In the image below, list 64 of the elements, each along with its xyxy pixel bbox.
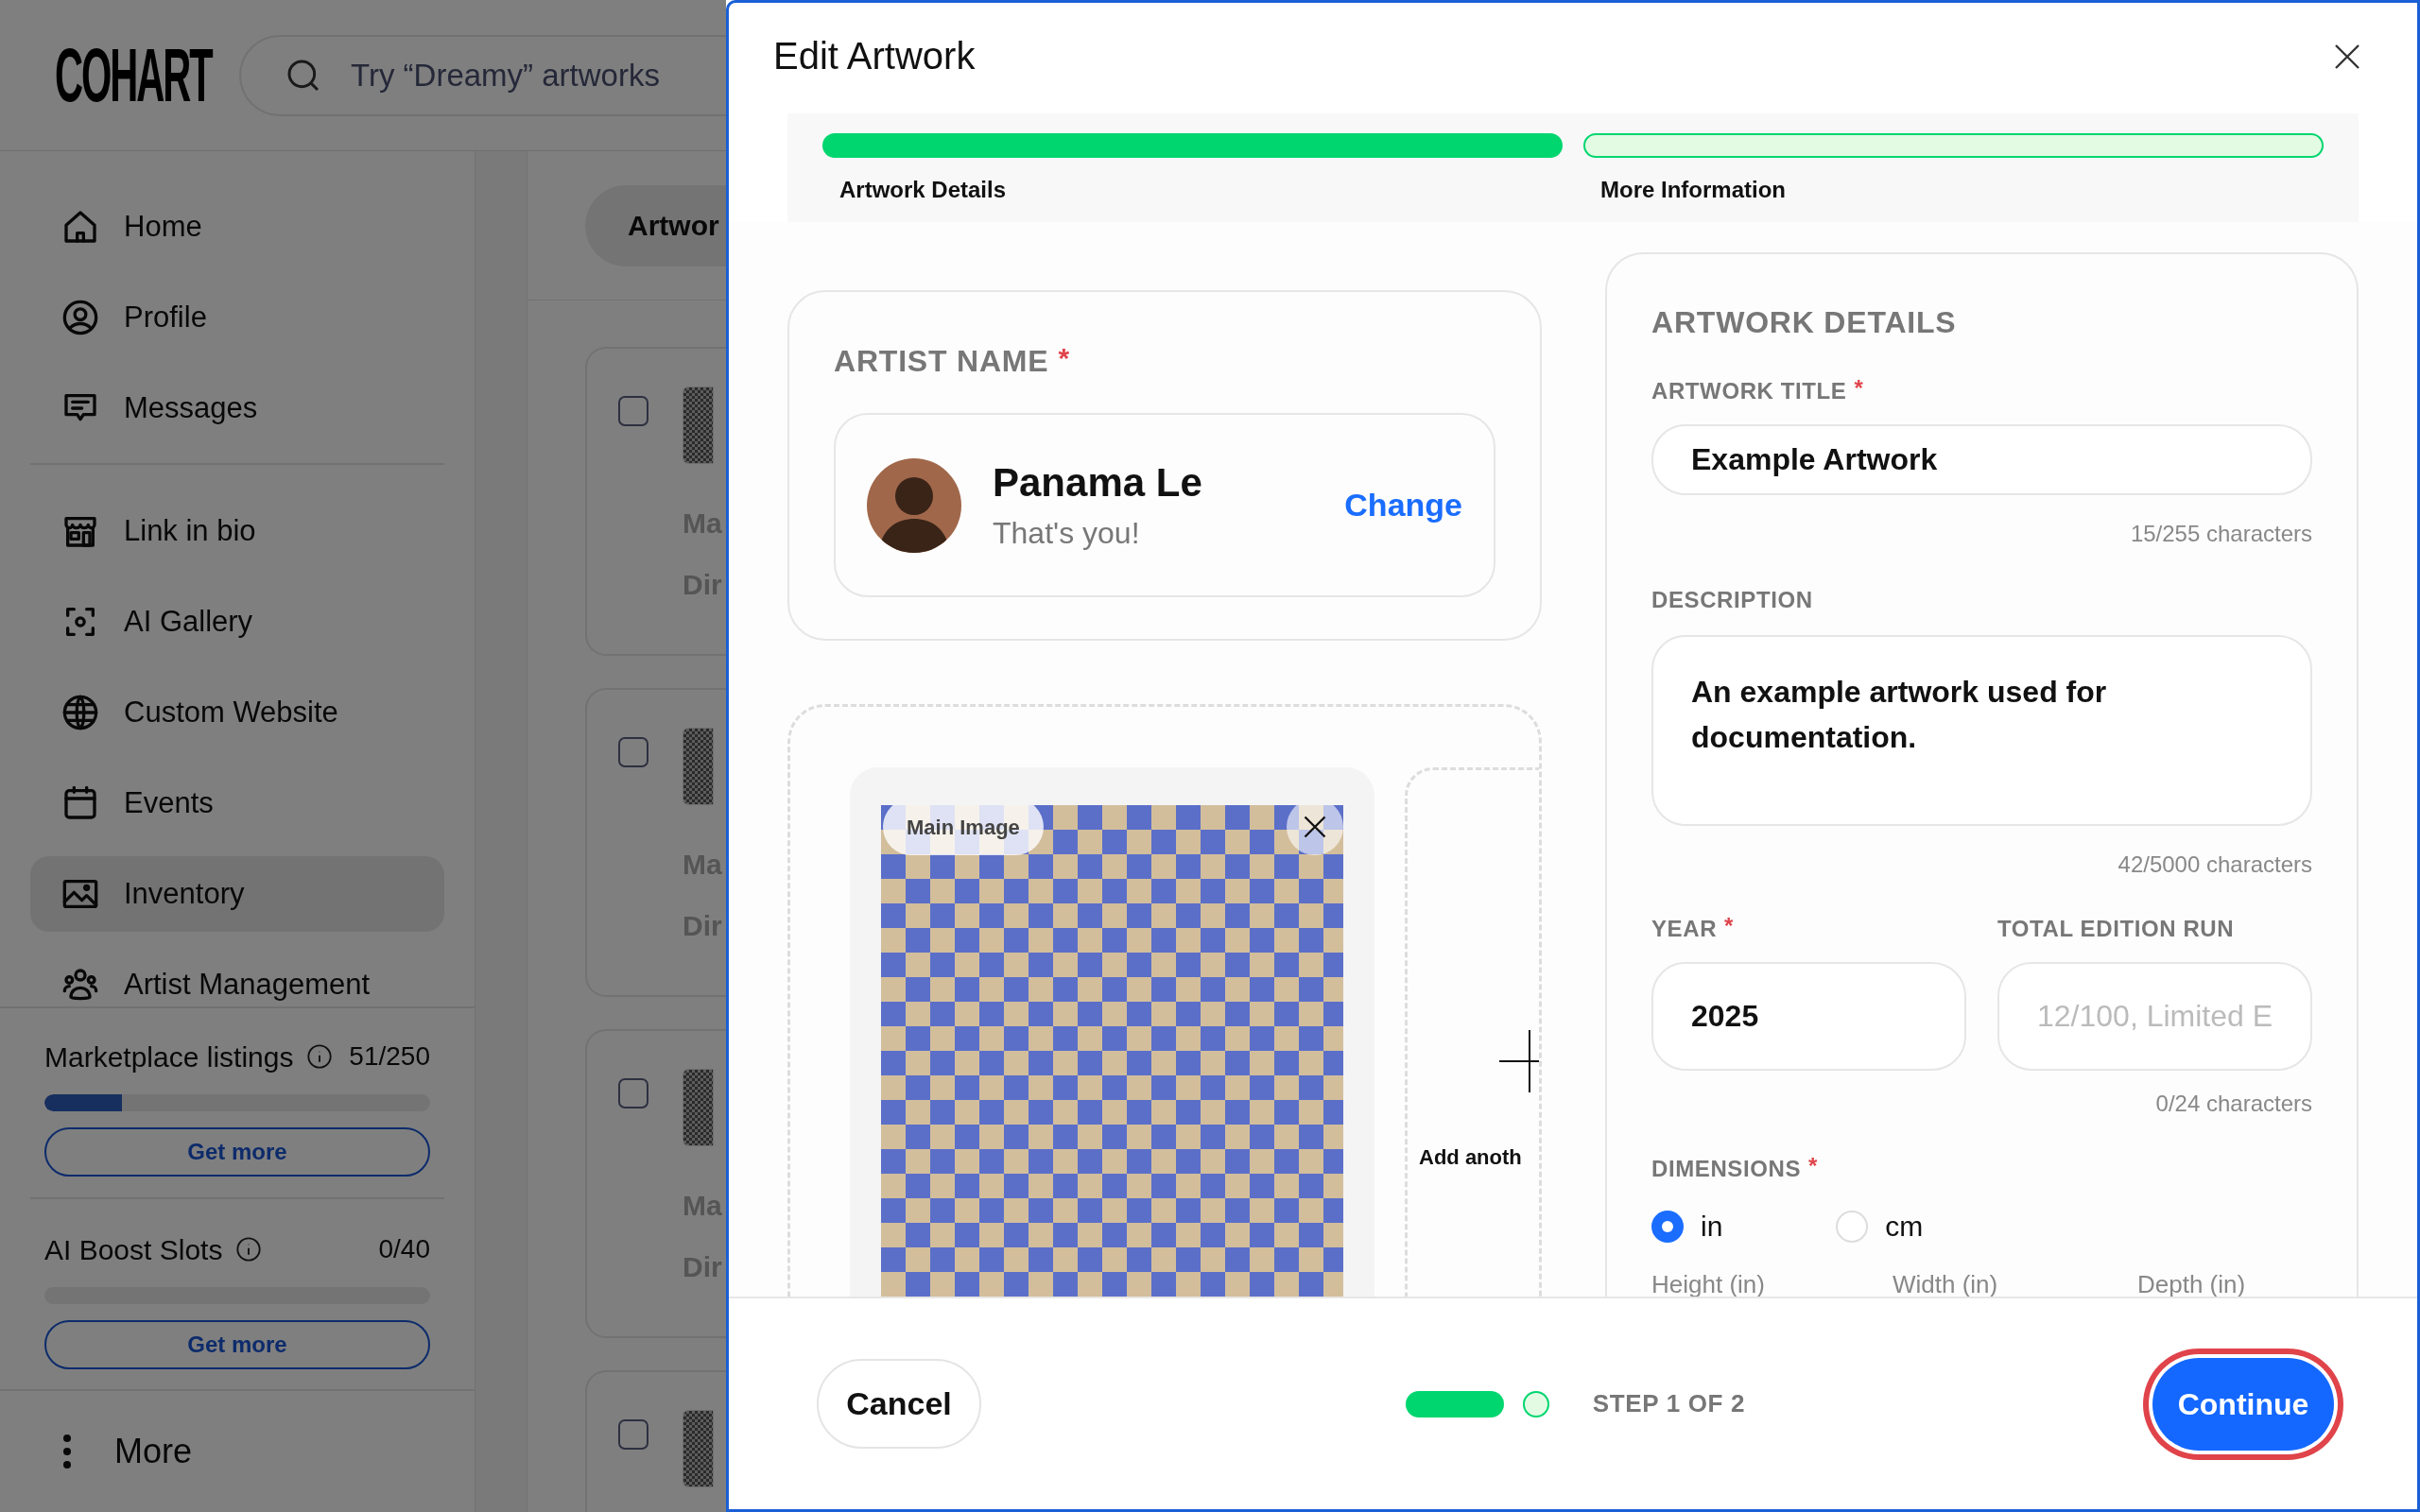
sidebar-item[interactable]: Inventory [30,856,444,932]
home-icon [61,208,99,246]
checkbox[interactable] [618,396,648,426]
sidebar-item[interactable]: Events [30,765,444,841]
quota-label: Marketplace listings [44,1040,294,1074]
checkbox[interactable] [618,1078,648,1108]
required-mark: * [1724,915,1734,937]
info-icon [306,1043,334,1070]
logo: COHART [55,37,212,113]
required-mark: * [1808,1155,1818,1177]
quota-label: AI Boost Slots [44,1232,223,1267]
sidebar-item[interactable]: Profile [30,280,444,355]
field-label: DIMENSIONS [1651,1155,1801,1183]
input-field[interactable]: 12/100, Limited E [1997,962,2312,1071]
required-mark: * [1058,344,1070,372]
get-more-button[interactable]: Get more [44,1320,430,1369]
user-icon [61,299,99,336]
radio-button[interactable] [1836,1210,1869,1243]
checkbox[interactable] [618,737,648,767]
globe-icon [61,694,99,731]
field-label: ARTWORK TITLE [1651,377,1847,405]
field-label: YEAR [1651,915,1718,943]
sidebar-item[interactable]: Messages [30,370,444,446]
step-label: More Information [1600,176,1786,204]
cancel-button[interactable]: Cancel [817,1359,981,1449]
radio-option[interactable]: in [1651,1205,1723,1247]
info-icon [235,1236,263,1263]
main-image-badge: Main Image [883,805,1044,855]
sidebar-item[interactable]: Artist Management [30,947,444,1006]
sidebar-item[interactable]: Home [30,189,444,265]
input-field[interactable]: Example Artwork [1651,424,2312,495]
more-icon [61,1433,73,1470]
field-label: ARTIST NAME [834,344,1049,378]
plus-icon [1499,1030,1539,1092]
step-counter: STEP 1 OF 2 [1592,1388,1746,1419]
artist-note: That's you! [993,514,1140,552]
field-label: DESCRIPTION [1651,586,1813,614]
character-counter: 42/5000 characters [2118,850,2312,879]
field-label: TOTAL EDITION RUN [1997,915,2235,943]
quota-count: 51/250 [349,1040,430,1073]
search-field[interactable]: Try “Dreamy” artworks [239,34,726,116]
tab[interactable]: Artwor [585,184,726,266]
artist-name: Panama Le [993,458,1202,507]
more-link[interactable]: More [114,1426,193,1477]
description-field[interactable]: An example artwork used for documentation. [1651,635,2312,826]
calendar-icon [61,784,99,822]
change-link[interactable]: Change [1344,481,1462,529]
character-counter: 15/255 characters [2130,520,2312,548]
get-more-button[interactable]: Get more [44,1127,430,1177]
quota-count: 0/40 [378,1233,430,1265]
step-label: Artwork Details [839,176,1007,204]
section-heading: ARTWORK DETAILS [1651,305,1957,339]
sidebar-item[interactable]: AI Gallery [30,584,444,660]
character-counter: 0/24 characters [2155,1090,2312,1118]
checkbox[interactable] [618,1419,648,1450]
close-icon [1302,814,1328,840]
radio-button[interactable] [1651,1210,1684,1243]
sidebar-item[interactable]: Custom Website [30,675,444,750]
sidebar-item[interactable]: Link in bio [30,493,444,569]
remove-image-button[interactable] [1287,805,1343,855]
dialog-title: Edit Artwork [773,34,976,77]
radio-option[interactable]: cm [1836,1205,1924,1247]
required-mark: * [1854,377,1863,400]
input-field[interactable]: 2025 [1651,962,1966,1071]
